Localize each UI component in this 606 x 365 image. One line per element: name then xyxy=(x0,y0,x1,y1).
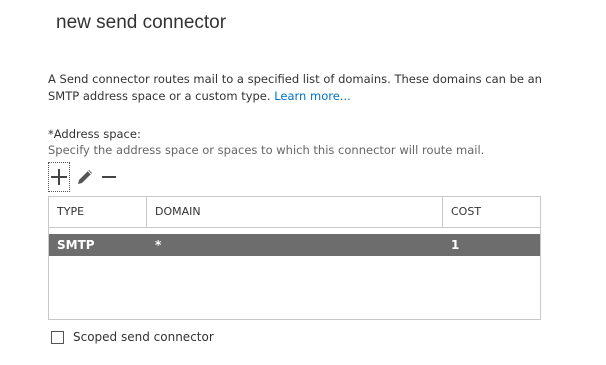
learn-more-link[interactable]: Learn more... xyxy=(274,89,351,103)
add-button[interactable] xyxy=(48,162,70,192)
minus-icon xyxy=(102,176,116,178)
column-header-cost[interactable]: COST xyxy=(443,197,541,227)
description: A Send connector routes mail to a specif… xyxy=(48,71,558,105)
dialog-title: new send connector xyxy=(56,12,227,33)
table-row[interactable]: SMTP * 1 xyxy=(49,234,540,256)
cell-domain: * xyxy=(155,238,162,252)
remove-button[interactable] xyxy=(98,162,120,192)
address-space-table: TYPE DOMAIN COST SMTP * 1 xyxy=(48,196,541,320)
cell-type: SMTP xyxy=(57,238,95,252)
address-space-label: *Address space: xyxy=(48,127,141,141)
address-space-hint: Specify the address space or spaces to w… xyxy=(48,143,485,157)
scoped-checkbox[interactable] xyxy=(51,330,64,344)
plus-icon xyxy=(51,169,67,185)
column-header-type[interactable]: TYPE xyxy=(49,197,147,227)
cell-cost: 1 xyxy=(451,238,460,252)
pencil-icon xyxy=(78,170,92,184)
column-header-domain[interactable]: DOMAIN xyxy=(147,197,443,227)
table-header: TYPE DOMAIN COST xyxy=(49,197,541,228)
edit-button[interactable] xyxy=(74,162,96,192)
scoped-send-connector: Scoped send connector xyxy=(51,330,214,344)
scoped-label[interactable]: Scoped send connector xyxy=(73,330,214,344)
